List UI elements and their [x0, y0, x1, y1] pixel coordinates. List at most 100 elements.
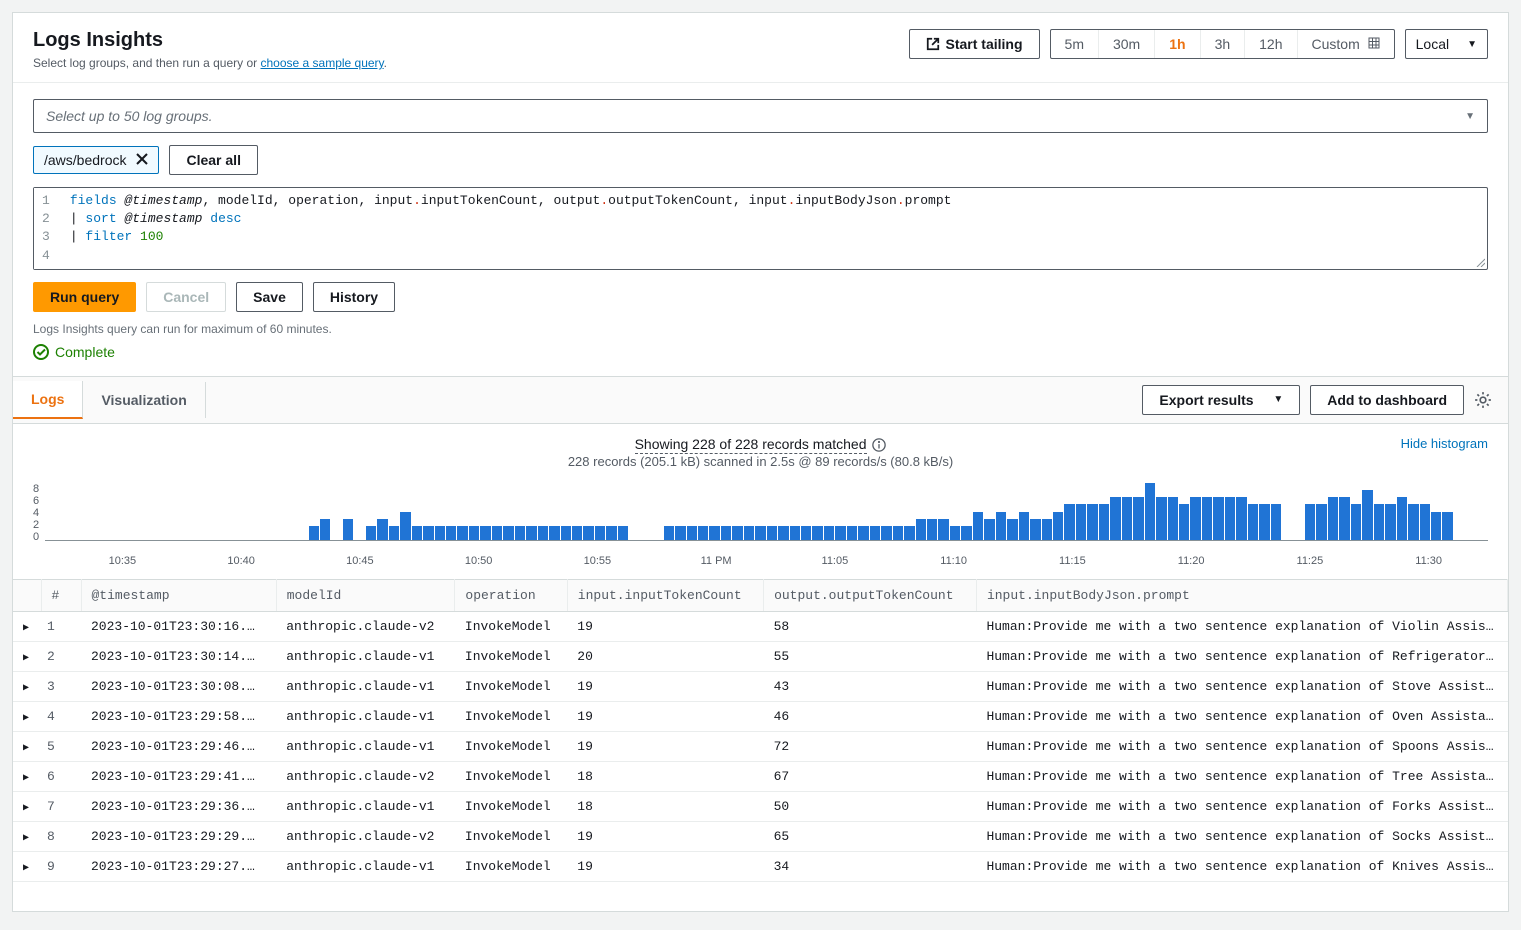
- histogram-bar[interactable]: [721, 526, 731, 540]
- col-timestamp[interactable]: @timestamp: [81, 580, 276, 612]
- expand-row-icon[interactable]: ▶: [23, 743, 29, 754]
- histogram-bar[interactable]: [996, 512, 1006, 541]
- histogram-bar[interactable]: [698, 526, 708, 540]
- histogram-bar[interactable]: [1122, 497, 1132, 540]
- time-opt-12h[interactable]: 12h: [1245, 30, 1297, 58]
- histogram-bar[interactable]: [515, 526, 525, 540]
- expand-row-icon[interactable]: ▶: [23, 773, 29, 784]
- col-prompt[interactable]: input.inputBodyJson.prompt: [976, 580, 1507, 612]
- histogram-bar[interactable]: [973, 512, 983, 541]
- histogram-bar[interactable]: [412, 526, 422, 540]
- timezone-select[interactable]: Local ▼: [1405, 29, 1488, 59]
- histogram-bar[interactable]: [1168, 497, 1178, 540]
- histogram-bar[interactable]: [1019, 512, 1029, 541]
- col-operation[interactable]: operation: [455, 580, 567, 612]
- histogram-bar[interactable]: [1420, 504, 1430, 540]
- table-row[interactable]: ▶82023-10-01T23:29:29.…anthropic.claude-…: [13, 822, 1508, 852]
- add-to-dashboard-button[interactable]: Add to dashboard: [1310, 385, 1464, 415]
- histogram-bar[interactable]: [1362, 490, 1372, 540]
- histogram-bar[interactable]: [400, 512, 410, 541]
- histogram-bar[interactable]: [1042, 519, 1052, 540]
- histogram-bar[interactable]: [1316, 504, 1326, 540]
- histogram-bar[interactable]: [812, 526, 822, 540]
- histogram-bar[interactable]: [1030, 519, 1040, 540]
- histogram-bar[interactable]: [320, 519, 330, 540]
- table-row[interactable]: ▶32023-10-01T23:30:08.…anthropic.claude-…: [13, 672, 1508, 702]
- query-editor[interactable]: 1 2 3 4 fields @timestamp, modelId, oper…: [33, 187, 1488, 270]
- histogram-bar[interactable]: [950, 526, 960, 540]
- histogram-bar[interactable]: [480, 526, 490, 540]
- histogram-bar[interactable]: [538, 526, 548, 540]
- histogram-bar[interactable]: [1145, 483, 1155, 540]
- histogram-bar[interactable]: [503, 526, 513, 540]
- histogram-bar[interactable]: [389, 526, 399, 540]
- histogram-bar[interactable]: [309, 526, 319, 540]
- histogram-bar[interactable]: [606, 526, 616, 540]
- expand-row-icon[interactable]: ▶: [23, 623, 29, 634]
- histogram-bar[interactable]: [423, 526, 433, 540]
- histogram-bar[interactable]: [366, 526, 376, 540]
- histogram-bar[interactable]: [790, 526, 800, 540]
- histogram-bar[interactable]: [709, 526, 719, 540]
- histogram-bar[interactable]: [1087, 504, 1097, 540]
- tab-visualization[interactable]: Visualization: [83, 382, 205, 418]
- histogram-bar[interactable]: [778, 526, 788, 540]
- resize-handle-icon[interactable]: [1475, 257, 1485, 267]
- expand-row-icon[interactable]: ▶: [23, 683, 29, 694]
- histogram-bar[interactable]: [1248, 504, 1258, 540]
- histogram-bar[interactable]: [583, 526, 593, 540]
- histogram-bar[interactable]: [377, 519, 387, 540]
- histogram-bar[interactable]: [1202, 497, 1212, 540]
- histogram-bar[interactable]: [744, 526, 754, 540]
- histogram-bar[interactable]: [847, 526, 857, 540]
- histogram-bar[interactable]: [561, 526, 571, 540]
- hide-histogram-link[interactable]: Hide histogram: [1401, 436, 1488, 451]
- histogram-bar[interactable]: [1374, 504, 1384, 540]
- histogram-bar[interactable]: [755, 526, 765, 540]
- table-row[interactable]: ▶92023-10-01T23:29:27.…anthropic.claude-…: [13, 852, 1508, 882]
- expand-row-icon[interactable]: ▶: [23, 803, 29, 814]
- histogram-bar[interactable]: [435, 526, 445, 540]
- histogram-bar[interactable]: [1133, 497, 1143, 540]
- histogram-bar[interactable]: [767, 526, 777, 540]
- histogram-bar[interactable]: [1007, 519, 1017, 540]
- col-inputtokens[interactable]: input.inputTokenCount: [567, 580, 763, 612]
- histogram-bar[interactable]: [618, 526, 628, 540]
- histogram-bar[interactable]: [938, 519, 948, 540]
- histogram-bar[interactable]: [1328, 497, 1338, 540]
- sample-query-link[interactable]: choose a sample query: [260, 56, 383, 70]
- histogram-bar[interactable]: [927, 519, 937, 540]
- histogram-bar[interactable]: [1351, 504, 1361, 540]
- histogram-bar[interactable]: [492, 526, 502, 540]
- histogram-bar[interactable]: [1179, 504, 1189, 540]
- time-opt-5m[interactable]: 5m: [1051, 30, 1099, 58]
- histogram-bar[interactable]: [916, 519, 926, 540]
- histogram-bar[interactable]: [1053, 512, 1063, 541]
- chip-remove-icon[interactable]: [136, 152, 148, 168]
- start-tailing-button[interactable]: Start tailing: [909, 29, 1040, 59]
- table-row[interactable]: ▶62023-10-01T23:29:41.…anthropic.claude-…: [13, 762, 1508, 792]
- histogram-bar[interactable]: [904, 526, 914, 540]
- histogram-bar[interactable]: [870, 526, 880, 540]
- histogram-bar[interactable]: [1442, 512, 1452, 541]
- histogram-bar[interactable]: [1236, 497, 1246, 540]
- tab-logs[interactable]: Logs: [13, 381, 83, 419]
- histogram-bar[interactable]: [457, 526, 467, 540]
- time-opt-30m[interactable]: 30m: [1099, 30, 1155, 58]
- query-code[interactable]: fields @timestamp, modelId, operation, i…: [62, 188, 1487, 269]
- histogram-bar[interactable]: [835, 526, 845, 540]
- histogram-bar[interactable]: [1225, 497, 1235, 540]
- histogram-bar[interactable]: [893, 526, 903, 540]
- info-icon[interactable]: [872, 438, 886, 452]
- expand-row-icon[interactable]: ▶: [23, 653, 29, 664]
- gear-icon[interactable]: [1474, 391, 1492, 409]
- histogram-bar[interactable]: [824, 526, 834, 540]
- histogram-bar[interactable]: [732, 526, 742, 540]
- histogram-bar[interactable]: [858, 526, 868, 540]
- histogram-bar[interactable]: [572, 526, 582, 540]
- table-row[interactable]: ▶42023-10-01T23:29:58.…anthropic.claude-…: [13, 702, 1508, 732]
- histogram-bar[interactable]: [1397, 497, 1407, 540]
- histogram-bar[interactable]: [1076, 504, 1086, 540]
- histogram-bar[interactable]: [801, 526, 811, 540]
- table-row[interactable]: ▶52023-10-01T23:29:46.…anthropic.claude-…: [13, 732, 1508, 762]
